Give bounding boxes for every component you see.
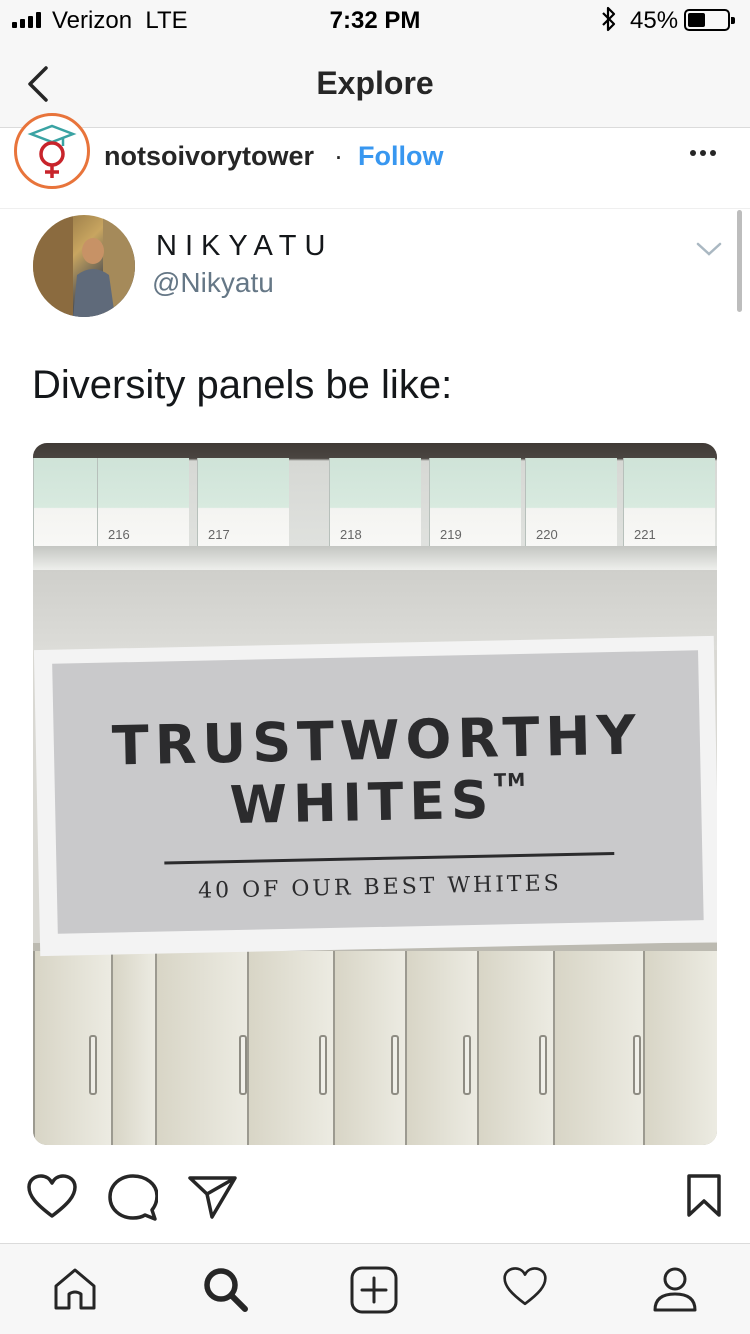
chip-number: 217 [208, 527, 230, 542]
nav-bar: Explore [0, 40, 750, 128]
home-icon[interactable] [52, 1266, 98, 1312]
paint-card [155, 951, 247, 1145]
paint-chip: 219 [429, 458, 521, 548]
card-tab [391, 1035, 399, 1095]
tweet-display-name: NIKYATU [156, 230, 334, 262]
sign-subtitle-main: WHITESTM [55, 766, 702, 840]
chip-number: 220 [536, 527, 558, 542]
more-horizontal-icon[interactable] [690, 143, 720, 163]
paint-card-rack [33, 943, 717, 1145]
sign: TRUSTWORTHY WHITESTM 40 OF OUR BEST WHIT… [52, 650, 704, 934]
card-tab [539, 1035, 547, 1095]
paint-card [553, 951, 643, 1145]
sign-whites: WHITES [229, 770, 495, 837]
card-tab [239, 1035, 247, 1095]
post-actions [0, 1160, 750, 1230]
add-icon[interactable] [350, 1266, 398, 1314]
tab-bar [0, 1243, 750, 1334]
chip-number: 219 [440, 527, 462, 542]
chip-number: 218 [340, 527, 362, 542]
card-tab [463, 1035, 471, 1095]
separator-dot: · [334, 141, 343, 171]
bluetooth-icon [602, 6, 616, 32]
account-avatar[interactable] [14, 113, 90, 189]
search-icon[interactable] [202, 1266, 248, 1312]
profile-icon[interactable] [652, 1266, 698, 1312]
paint-chip: 217 [197, 458, 289, 548]
battery-percent: 45% [630, 7, 679, 34]
card-tab [319, 1035, 327, 1095]
post-username[interactable]: notsoivorytower [104, 141, 314, 172]
page-title: Explore [316, 65, 434, 101]
avatar-photo [33, 215, 135, 317]
tweet-card: NIKYATU @Nikyatu Diversity panels be lik… [0, 210, 750, 1155]
tweet-handle: @Nikyatu [152, 267, 274, 298]
paint-chip: 218 [329, 458, 421, 548]
shelf-lip [33, 546, 717, 570]
sign-caption: 40 OF OUR BEST WHITES [197, 871, 562, 904]
card-tab [89, 1035, 97, 1095]
paint-card [111, 951, 155, 1145]
tweet-text: Diversity panels be like: [32, 363, 453, 407]
sign-rule [164, 852, 615, 865]
sign-board: TRUSTWORTHY WHITESTM 40 OF OUR BEST WHIT… [33, 635, 717, 957]
card-tab [633, 1035, 641, 1095]
paint-chip: 221 [623, 458, 715, 548]
trademark: TM [493, 769, 527, 792]
chevron-down-icon[interactable] [696, 240, 722, 258]
send-icon[interactable] [188, 1174, 238, 1220]
venus-graduation-cap-logo [27, 124, 77, 178]
post-header: notsoivorytower · Follow [0, 113, 750, 209]
battery-icon [684, 9, 735, 31]
paint-card [643, 951, 717, 1145]
chip-number: 216 [108, 527, 130, 542]
activity-heart-icon[interactable] [502, 1266, 548, 1308]
comment-icon[interactable] [108, 1174, 158, 1222]
paint-card [33, 951, 111, 1145]
chip-number: 221 [634, 527, 656, 542]
tweet-photo: 216 217 218 219 220 221 TRUSTWORTHY WHIT… [33, 443, 717, 1145]
tweet-author-avatar [33, 215, 135, 317]
follow-button[interactable]: Follow [358, 141, 443, 172]
heart-icon[interactable] [26, 1174, 78, 1220]
status-bar: Verizon LTE 7:32 PM 45% [0, 0, 750, 40]
paint-chip: 220 [525, 458, 617, 548]
bookmark-icon[interactable] [686, 1174, 722, 1218]
scrollbar[interactable] [737, 210, 742, 312]
paint-chip: 216 [97, 458, 189, 548]
